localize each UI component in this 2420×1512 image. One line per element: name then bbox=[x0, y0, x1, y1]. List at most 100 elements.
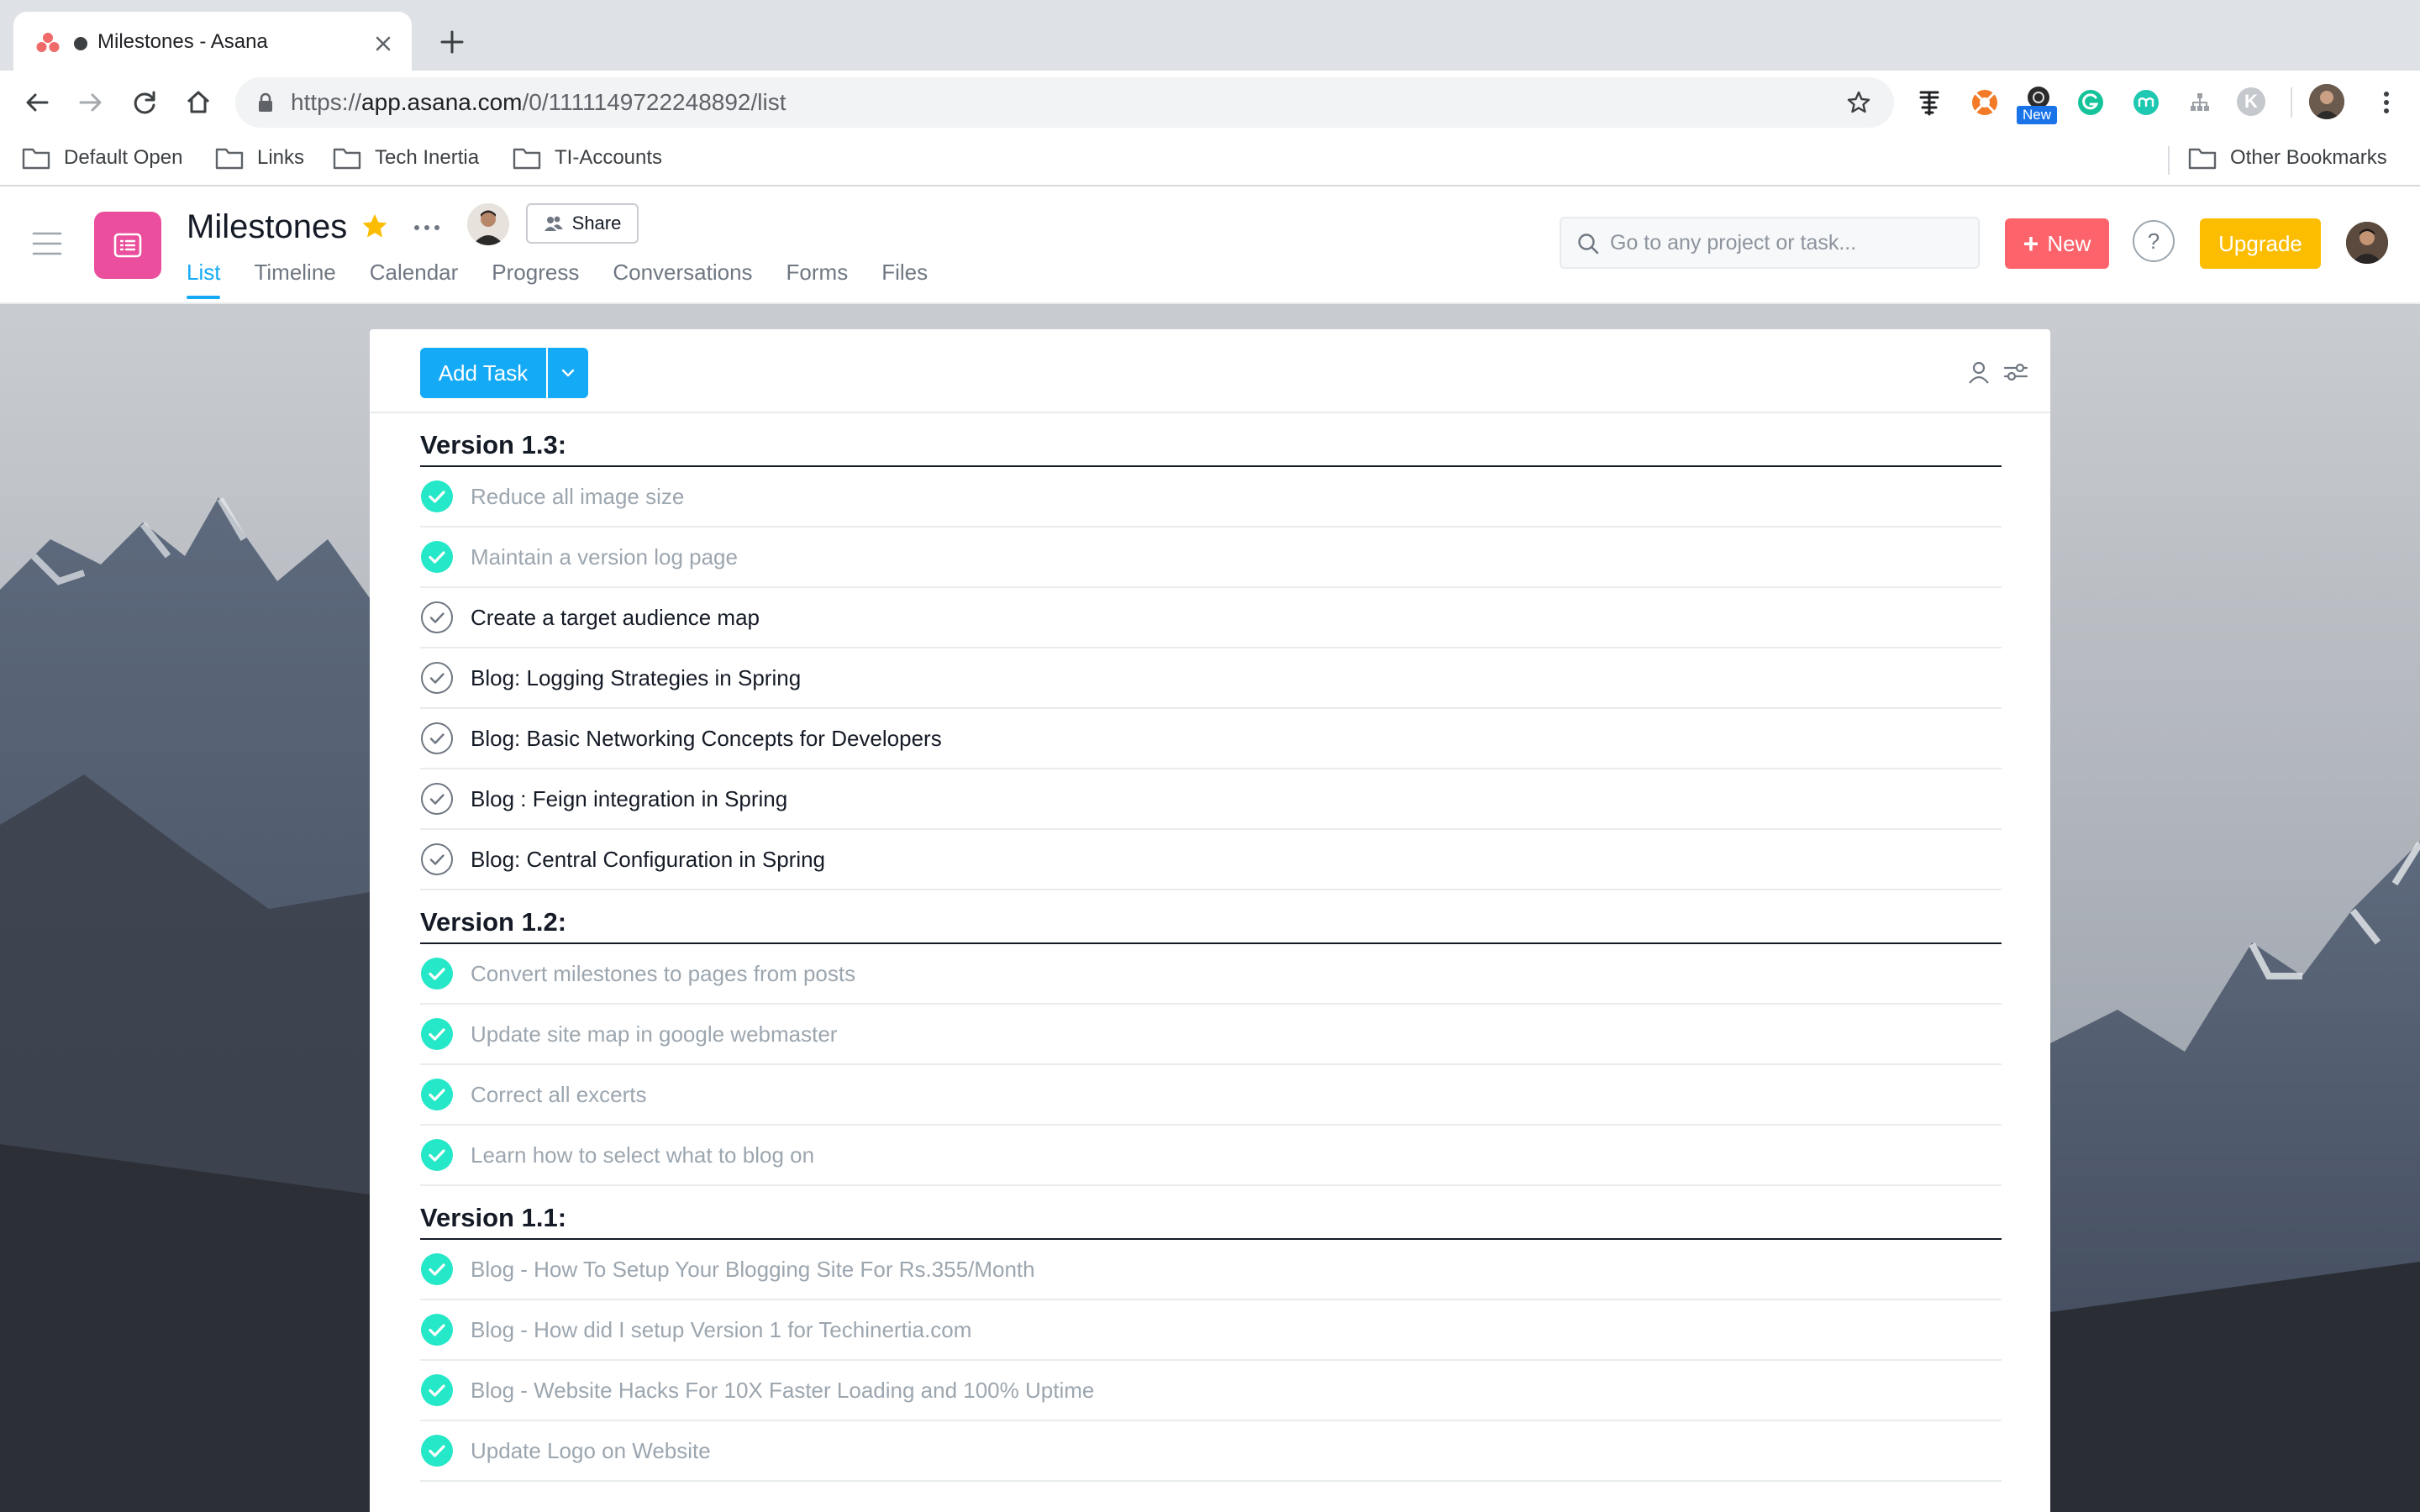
person-filter-icon[interactable] bbox=[1965, 358, 1993, 386]
task-name[interactable]: Blog: Central Configuration in Spring bbox=[471, 847, 825, 873]
tab-conversations[interactable]: Conversations bbox=[613, 257, 752, 302]
task-row[interactable]: Learn how to select what to blog on bbox=[420, 1126, 2002, 1186]
search-input[interactable] bbox=[1610, 227, 1963, 259]
task-row[interactable]: Correct all excerts bbox=[420, 1065, 2002, 1126]
task-row[interactable]: Blog : Feign integration in Spring bbox=[420, 769, 2002, 830]
tab-close-icon[interactable] bbox=[370, 30, 397, 57]
grammarly-icon[interactable] bbox=[2074, 86, 2107, 119]
tab-timeline[interactable]: Timeline bbox=[254, 257, 335, 302]
bookmark-star-icon[interactable] bbox=[1845, 89, 1872, 116]
completed-check-icon[interactable] bbox=[420, 1078, 454, 1111]
incomplete-check-icon[interactable] bbox=[420, 601, 454, 634]
task-name[interactable]: Blog: Logging Strategies in Spring bbox=[471, 665, 801, 691]
incomplete-check-icon[interactable] bbox=[420, 661, 454, 695]
completed-check-icon[interactable] bbox=[420, 1017, 454, 1051]
help-button[interactable]: ? bbox=[2133, 220, 2175, 262]
section-header[interactable]: Version 1.1: bbox=[420, 1186, 2002, 1240]
completed-check-icon[interactable] bbox=[420, 1313, 454, 1347]
task-row[interactable]: Update Logo on Website bbox=[420, 1421, 2002, 1482]
task-name[interactable]: Blog - How did I setup Version 1 for Tec… bbox=[471, 1317, 971, 1343]
task-name[interactable]: Update Logo on Website bbox=[471, 1438, 711, 1464]
task-row[interactable]: Update site map in google webmaster bbox=[420, 1005, 2002, 1065]
task-name[interactable]: Update site map in google webmaster bbox=[471, 1021, 837, 1047]
browser-profile-avatar[interactable] bbox=[2309, 84, 2344, 119]
completed-check-icon[interactable] bbox=[420, 1252, 454, 1286]
share-button[interactable]: Share bbox=[526, 203, 639, 244]
task-sections: Version 1.3: Reduce all image size Maintai… bbox=[420, 413, 2002, 1482]
incomplete-check-icon[interactable] bbox=[420, 782, 454, 816]
list-icon bbox=[113, 233, 142, 258]
task-row[interactable]: Blog: Basic Networking Concepts for Deve… bbox=[420, 709, 2002, 769]
bookmark-label: Links bbox=[257, 146, 305, 169]
incomplete-check-icon[interactable] bbox=[420, 843, 454, 876]
extension-pocket-stack-icon[interactable] bbox=[1912, 86, 1946, 119]
task-name[interactable]: Maintain a version log page bbox=[471, 544, 738, 570]
extension-sitemap-icon[interactable] bbox=[2183, 86, 2217, 119]
task-name[interactable]: Blog: Basic Networking Concepts for Deve… bbox=[471, 726, 942, 752]
new-button[interactable]: + New bbox=[2005, 218, 2109, 269]
completed-check-icon[interactable] bbox=[420, 1138, 454, 1172]
reload-icon[interactable] bbox=[126, 84, 163, 121]
completed-check-icon[interactable] bbox=[420, 1434, 454, 1467]
bookmark-default-open[interactable]: Default Open bbox=[22, 141, 182, 175]
sort-filter-icon[interactable] bbox=[2002, 358, 2030, 386]
bookmark-other-bookmarks[interactable]: Other Bookmarks bbox=[2188, 141, 2387, 175]
bookmark-tech-inertia[interactable]: Tech Inertia bbox=[333, 141, 479, 175]
task-name[interactable]: Correct all excerts bbox=[471, 1082, 647, 1108]
search-bar[interactable] bbox=[1560, 217, 1980, 269]
task-row[interactable]: Blog: Central Configuration in Spring bbox=[420, 830, 2002, 890]
tab-progress[interactable]: Progress bbox=[492, 257, 579, 302]
project-header: Milestones Share List Timeline Calendar … bbox=[0, 186, 2420, 304]
extension-k-icon[interactable]: K bbox=[2237, 87, 2265, 116]
task-row[interactable]: Reduce all image size bbox=[420, 467, 2002, 528]
section-header[interactable]: Version 1.3: bbox=[420, 413, 2002, 467]
bookmark-links[interactable]: Links bbox=[215, 141, 304, 175]
project-list-icon[interactable] bbox=[94, 212, 161, 279]
task-name[interactable]: Reduce all image size bbox=[471, 484, 684, 510]
task-row[interactable]: Blog - How To Setup Your Blogging Site F… bbox=[420, 1240, 2002, 1300]
upgrade-button[interactable]: Upgrade bbox=[2200, 218, 2321, 269]
task-name[interactable]: Blog : Feign integration in Spring bbox=[471, 786, 787, 812]
incomplete-check-icon[interactable] bbox=[420, 722, 454, 755]
address-bar[interactable]: https://app.asana.com/0/1111149722248892… bbox=[235, 77, 1894, 128]
extension-teal-m-icon[interactable] bbox=[2129, 86, 2163, 119]
more-actions-icon[interactable] bbox=[410, 215, 444, 240]
task-name[interactable]: Create a target audience map bbox=[471, 605, 760, 631]
add-task-button[interactable]: Add Task bbox=[420, 348, 546, 398]
favorite-star-icon[interactable] bbox=[360, 212, 390, 242]
tab-list[interactable]: List bbox=[187, 257, 221, 302]
add-task-dropdown-button[interactable] bbox=[548, 348, 588, 398]
back-arrow-icon[interactable] bbox=[18, 84, 55, 121]
tab-files[interactable]: Files bbox=[881, 257, 928, 302]
extension-orange-lifebuoy-icon[interactable] bbox=[1968, 86, 2002, 119]
url-text: https://app.asana.com/0/1111149722248892… bbox=[291, 89, 786, 115]
home-icon[interactable] bbox=[180, 84, 217, 121]
task-row[interactable]: Maintain a version log page bbox=[420, 528, 2002, 588]
tab-calendar[interactable]: Calendar bbox=[370, 257, 459, 302]
completed-check-icon[interactable] bbox=[420, 957, 454, 990]
forward-arrow-icon[interactable] bbox=[72, 84, 109, 121]
browser-tab-active[interactable]: Milestones - Asana bbox=[13, 12, 412, 71]
task-name[interactable]: Blog - How To Setup Your Blogging Site F… bbox=[471, 1257, 1035, 1283]
project-tabs: List Timeline Calendar Progress Conversa… bbox=[187, 257, 961, 302]
completed-check-icon[interactable] bbox=[420, 540, 454, 574]
completed-check-icon[interactable] bbox=[420, 1373, 454, 1407]
task-row[interactable]: Convert milestones to pages from posts bbox=[420, 944, 2002, 1005]
project-owner-avatar[interactable] bbox=[467, 203, 509, 245]
task-name[interactable]: Learn how to select what to blog on bbox=[471, 1142, 814, 1168]
task-row[interactable]: Blog - Website Hacks For 10X Faster Load… bbox=[420, 1361, 2002, 1421]
completed-check-icon[interactable] bbox=[420, 480, 454, 513]
hamburger-menu-icon[interactable] bbox=[30, 230, 64, 257]
browser-menu-kebab-icon[interactable] bbox=[2370, 86, 2403, 119]
task-row[interactable]: Create a target audience map bbox=[420, 588, 2002, 648]
task-row[interactable]: Blog - How did I setup Version 1 for Tec… bbox=[420, 1300, 2002, 1361]
new-label: New bbox=[2047, 230, 2091, 256]
user-avatar[interactable] bbox=[2346, 222, 2388, 264]
task-name[interactable]: Blog - Website Hacks For 10X Faster Load… bbox=[471, 1378, 1094, 1404]
task-name[interactable]: Convert milestones to pages from posts bbox=[471, 961, 855, 987]
task-row[interactable]: Blog: Logging Strategies in Spring bbox=[420, 648, 2002, 709]
new-tab-plus-icon[interactable] bbox=[435, 25, 469, 59]
section-header[interactable]: Version 1.2: bbox=[420, 890, 2002, 944]
tab-forms[interactable]: Forms bbox=[786, 257, 849, 302]
bookmark-ti-accounts[interactable]: TI-Accounts bbox=[513, 141, 662, 175]
